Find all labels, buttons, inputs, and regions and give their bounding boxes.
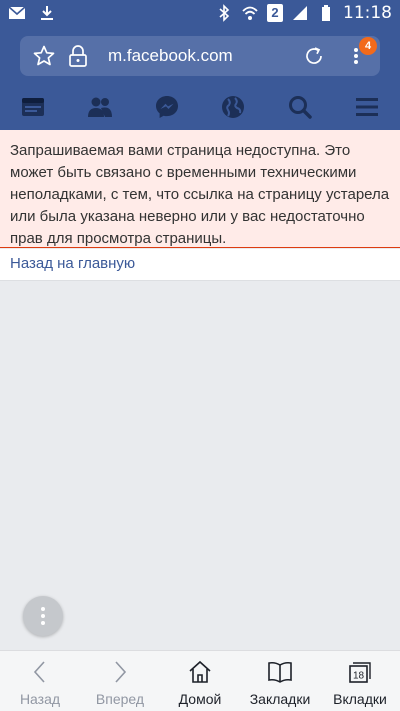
sim-indicator: 2 <box>267 4 283 22</box>
dot-icon <box>41 614 45 618</box>
nav-notifications[interactable] <box>200 84 267 130</box>
signal-icon <box>293 6 307 20</box>
status-bar: 2 11:18 <box>0 0 400 28</box>
tabs-label: Вкладки <box>333 691 387 707</box>
back-button[interactable]: Назад <box>0 651 80 711</box>
battery-icon <box>322 5 330 21</box>
bluetooth-icon <box>219 4 230 22</box>
error-message-box: Запрашиваемая вами страница недоступна. … <box>0 130 400 248</box>
chevron-right-icon <box>115 661 127 683</box>
home-button[interactable]: Домой <box>160 651 240 711</box>
forward-button[interactable]: Вперед <box>80 651 160 711</box>
nav-messenger[interactable] <box>133 84 200 130</box>
forward-label: Вперед <box>95 691 145 707</box>
nav-friends[interactable] <box>67 84 134 130</box>
bookmarks-label: Закладки <box>249 691 311 707</box>
download-icon <box>41 6 53 20</box>
wifi-icon <box>242 6 258 20</box>
address-bar[interactable]: m.facebook.com 4 <box>20 36 380 76</box>
facebook-nav <box>0 84 400 130</box>
home-link-row: Назад на главную <box>0 249 400 281</box>
home-icon <box>189 660 211 683</box>
chevron-left-icon <box>33 661 45 683</box>
menu-icon <box>355 98 378 116</box>
reload-icon[interactable] <box>302 44 326 68</box>
friends-icon <box>88 97 112 117</box>
star-icon[interactable] <box>32 44 56 68</box>
browser-toolbar: m.facebook.com 4 <box>0 28 400 84</box>
search-icon <box>289 96 312 119</box>
home-label: Домой <box>178 691 222 707</box>
lock-icon <box>69 45 87 67</box>
notification-badge: 4 <box>359 37 377 55</box>
globe-icon <box>222 96 245 118</box>
more-options-button[interactable] <box>23 596 63 636</box>
clock: 11:18 <box>343 3 392 23</box>
browser-bottom-bar: Назад Вперед Домой Закладки 18 Вкладки <box>0 650 400 711</box>
bookmarks-button[interactable]: Закладки <box>240 651 320 711</box>
dot-icon <box>41 607 45 611</box>
back-label: Назад <box>19 691 61 707</box>
nav-search[interactable] <box>267 84 334 130</box>
url-text[interactable]: m.facebook.com <box>108 46 233 66</box>
back-to-home-link[interactable]: Назад на главную <box>10 255 135 272</box>
tabs-button[interactable]: 18 Вкладки <box>320 651 400 711</box>
dot-icon <box>41 621 45 625</box>
nav-menu[interactable] <box>333 84 400 130</box>
book-icon <box>268 661 292 683</box>
tabs-count: 18 <box>353 671 365 682</box>
error-message: Запрашиваемая вами страница недоступна. … <box>10 142 390 247</box>
nav-news-feed[interactable] <box>0 84 67 130</box>
mail-icon <box>8 6 26 19</box>
tabs-icon: 18 <box>349 662 371 683</box>
messenger-icon <box>155 96 178 118</box>
news-feed-icon <box>22 98 45 116</box>
